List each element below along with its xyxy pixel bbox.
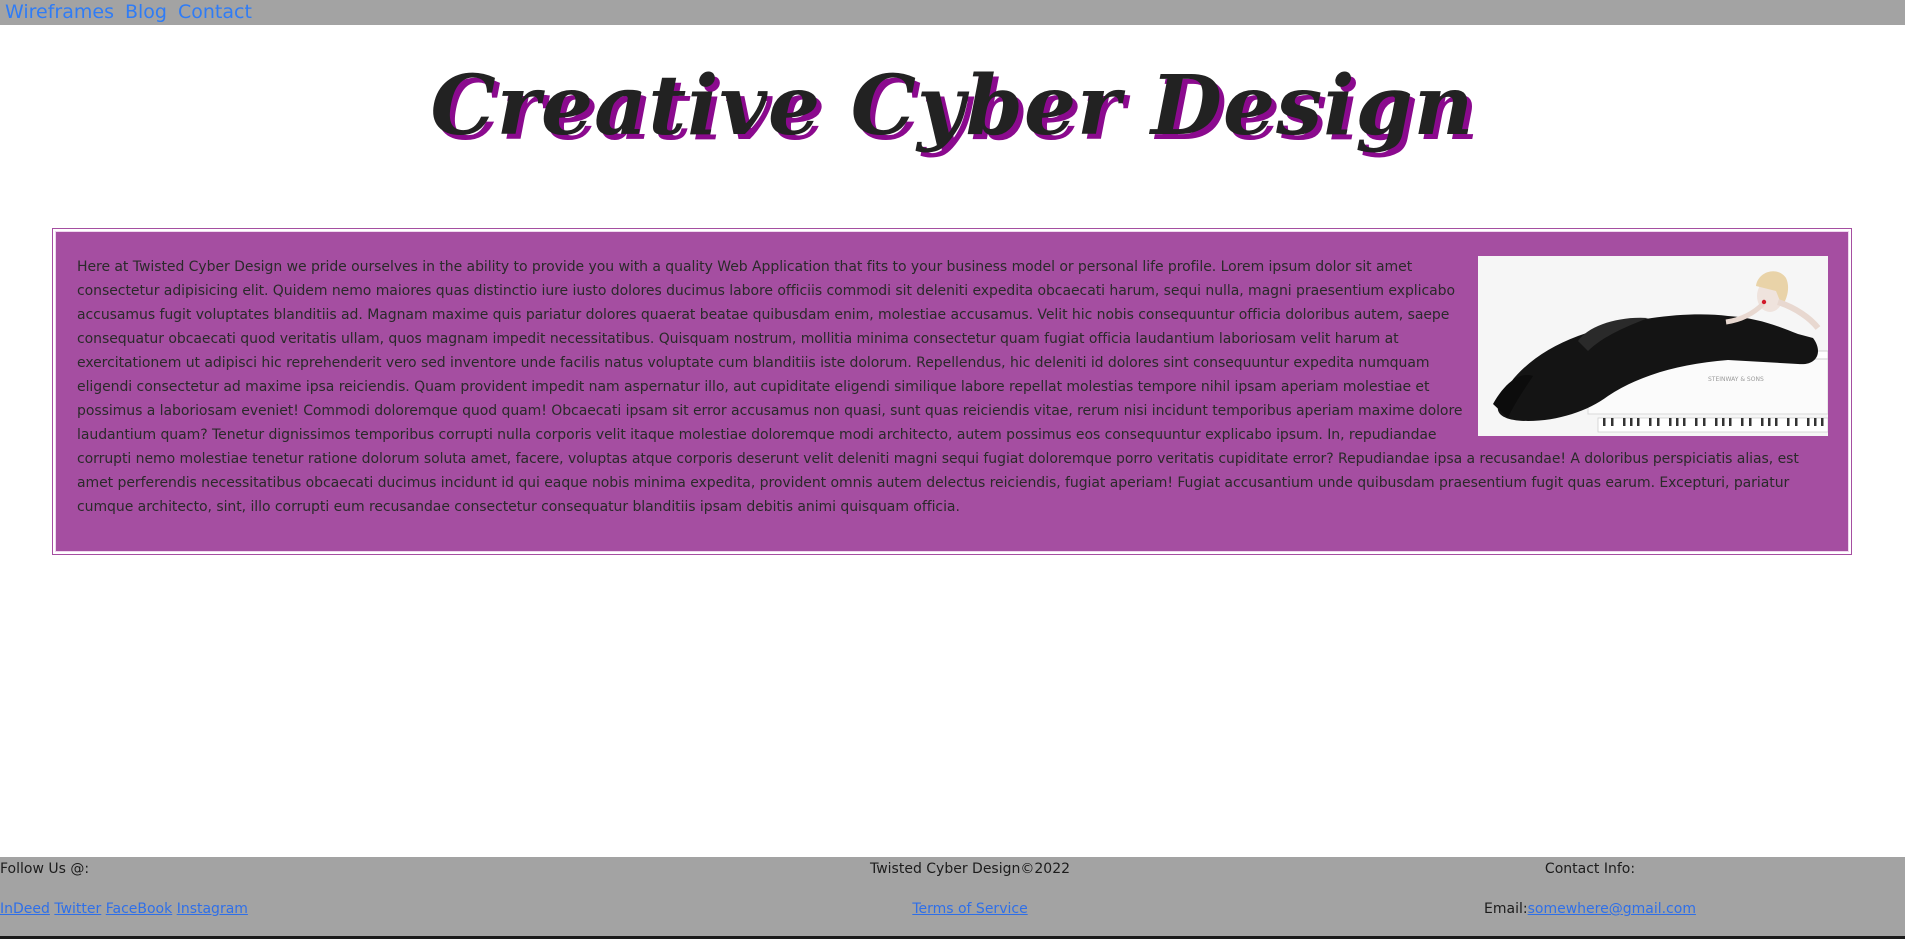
top-nav: Wireframes Blog Contact — [0, 0, 1905, 25]
contact-heading: Contact Info: — [1544, 861, 1636, 877]
nav-link-blog[interactable]: Blog — [125, 0, 167, 25]
email-label: Email: — [1484, 901, 1528, 917]
instagram-link[interactable]: Instagram — [177, 901, 248, 917]
site-footer: Follow Us @: InDeed Twitter FaceBook Ins… — [0, 857, 1905, 939]
woman-on-piano-photo: STEINWAY & SONS — [1478, 256, 1828, 436]
footer-center: Twisted Cyber Design©2022 Terms of Servi… — [700, 857, 1240, 939]
nav-link-contact[interactable]: Contact — [178, 0, 252, 25]
site-title: Creative Cyber Design — [430, 58, 1475, 154]
footer-contact: Contact Info: Email:somewhere@gmail.com — [1440, 857, 1740, 939]
terms-of-service-link[interactable]: Terms of Service — [912, 901, 1027, 917]
copyright-text: Twisted Cyber Design©2022 — [869, 861, 1071, 877]
svg-text:STEINWAY & SONS: STEINWAY & SONS — [1708, 376, 1764, 383]
indeed-link[interactable]: InDeed — [0, 901, 50, 917]
email-link[interactable]: somewhere@gmail.com — [1528, 901, 1696, 917]
twitter-link[interactable]: Twitter — [54, 901, 101, 917]
footer-follow: Follow Us @: InDeed Twitter FaceBook Ins… — [0, 857, 500, 939]
nav-link-wireframes[interactable]: Wireframes — [5, 0, 114, 25]
follow-heading: Follow Us @: — [0, 861, 90, 877]
social-links: InDeed Twitter FaceBook Instagram — [0, 901, 248, 917]
facebook-link[interactable]: FaceBook — [106, 901, 173, 917]
about-panel-inner: STEINWAY & SONS Here at Twisted Cyber De… — [55, 231, 1849, 552]
about-panel: STEINWAY & SONS Here at Twisted Cyber De… — [52, 228, 1852, 555]
photo-illustration: STEINWAY & SONS — [1478, 256, 1828, 436]
